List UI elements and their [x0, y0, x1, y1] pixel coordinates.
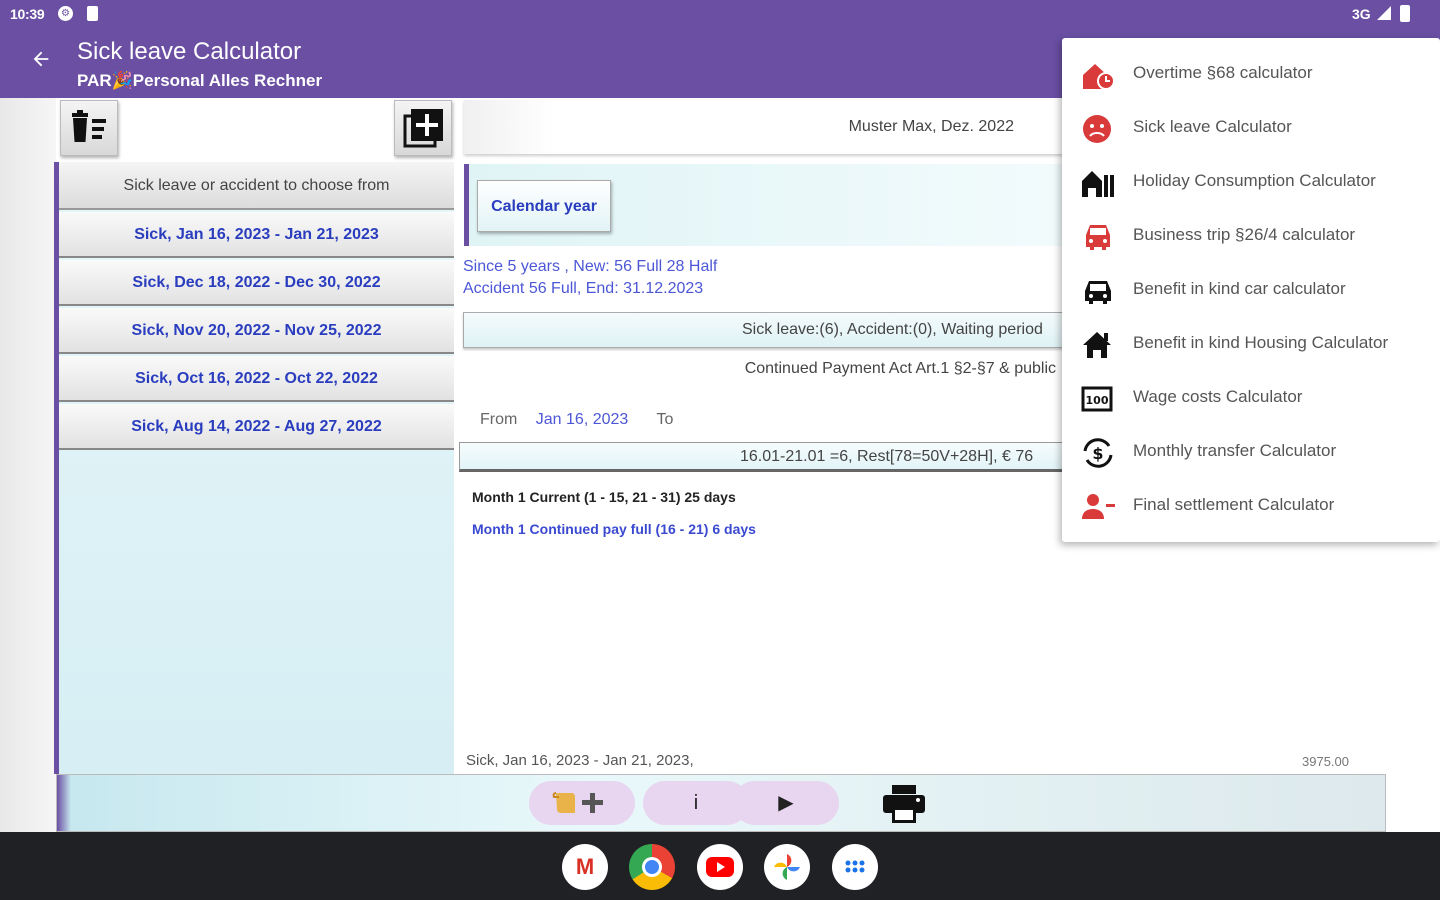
car-icon: [1085, 281, 1111, 304]
from-label: From: [480, 411, 518, 428]
svg-text:100: 100: [1086, 394, 1109, 407]
calendar-year-button[interactable]: Calendar year: [477, 180, 611, 232]
play-button[interactable]: ▶: [733, 781, 839, 825]
menu-item-label: Final settlement Calculator: [1133, 495, 1335, 514]
menu-item-label: Business trip §26/4 calculator: [1133, 225, 1356, 244]
battery-icon: [1400, 5, 1410, 22]
delete-list-button[interactable]: [60, 100, 118, 156]
counter-icon: 100: [1081, 386, 1113, 412]
status-time: 10:39: [10, 6, 45, 22]
year-panel: Calendar year: [464, 164, 1064, 246]
menu-item-monthly-transfer[interactable]: $ Monthly transfer Calculator: [1062, 425, 1440, 479]
document-header: Muster Max, Dez. 2022: [464, 100, 1064, 154]
result-label: Sick, Jan 16, 2023 - Jan 21, 2023,: [466, 752, 694, 769]
menu-item-benefit-housing[interactable]: Benefit in kind Housing Calculator: [1062, 317, 1440, 371]
menu-item-final-settlement[interactable]: Final settlement Calculator: [1062, 479, 1440, 533]
detail-text: 16.01-21.01 =6, Rest[78=50V+28H], € 76: [740, 448, 1034, 465]
list-header: Sick leave or accident to choose from: [59, 162, 454, 210]
dollar-cycle-icon: $: [1083, 438, 1113, 468]
app-drawer-icon[interactable]: [832, 844, 878, 890]
delete-list-icon: [72, 110, 106, 142]
month-line-current: Month 1 Current (1 - 15, 21 - 31) 25 day…: [472, 489, 736, 505]
menu-item-label: Overtime §68 calculator: [1133, 63, 1313, 82]
list-item[interactable]: Sick, Dec 18, 2022 - Dec 30, 2022: [59, 260, 454, 306]
network-type: 3G: [1352, 6, 1371, 22]
sick-face-icon: [1083, 115, 1111, 143]
gmail-icon[interactable]: M: [562, 844, 608, 890]
add-entry-button[interactable]: [394, 100, 452, 156]
list-toolbar: [56, 98, 454, 156]
menu-item-business-trip[interactable]: Business trip §26/4 calculator: [1062, 209, 1440, 263]
detail-bar: 16.01-21.01 =6, Rest[78=50V+28H], € 76: [459, 442, 1063, 472]
photos-icon[interactable]: [764, 844, 810, 890]
from-date[interactable]: Jan 16, 2023: [536, 411, 629, 428]
signal-icon: [1377, 6, 1391, 20]
list-item[interactable]: Sick, Nov 20, 2022 - Nov 25, 2022: [59, 308, 454, 354]
back-arrow-icon[interactable]: [26, 46, 56, 76]
sick-leave-list: Sick leave or accident to choose from Si…: [54, 162, 454, 774]
add-box-icon: [403, 109, 443, 148]
menu-item-label: Sick leave Calculator: [1133, 117, 1292, 136]
summary-text: Sick leave:(6), Accident:(0), Waiting pe…: [742, 321, 1043, 338]
svg-text:$: $: [1092, 444, 1103, 463]
bottom-action-bar: i ▶: [56, 774, 1386, 832]
month-line-continued: Month 1 Continued pay full (16 - 21) 6 d…: [472, 521, 756, 537]
act-reference: Continued Payment Act Art.1 §2-§7 & publ…: [744, 360, 1056, 377]
list-item[interactable]: Sick, Jan 16, 2023 - Jan 21, 2023: [59, 212, 454, 258]
entitlement-info: Since 5 years , New: 56 Full 28 Half: [463, 258, 718, 275]
page-title: Sick leave Calculator: [77, 38, 302, 65]
person-remove-icon: [1082, 494, 1115, 519]
youtube-icon[interactable]: [697, 844, 743, 890]
status-bar: 10:39 ⚙ 3G: [0, 0, 1440, 28]
print-button[interactable]: [881, 783, 927, 830]
overtime-icon: [1083, 64, 1115, 90]
taskbar: M: [0, 832, 1440, 900]
to-label: To: [656, 411, 674, 428]
scroll-add-icon: [552, 792, 603, 813]
left-gutter: [0, 98, 56, 832]
list-item[interactable]: Sick, Aug 14, 2022 - Aug 27, 2022: [59, 404, 454, 450]
sd-card-icon: [87, 6, 98, 21]
menu-item-benefit-car[interactable]: Benefit in kind car calculator: [1062, 263, 1440, 317]
chrome-icon[interactable]: [629, 844, 675, 890]
period-row: From Jan 16, 2023 To: [480, 411, 673, 429]
printer-icon: [883, 785, 925, 823]
menu-item-holiday[interactable]: Holiday Consumption Calculator: [1062, 155, 1440, 209]
menu-item-overtime[interactable]: Overtime §68 calculator: [1062, 47, 1440, 101]
result-amount: 3975.00: [1302, 754, 1349, 769]
accident-info: Accident 56 Full, End: 31.12.2023: [463, 280, 704, 297]
holiday-icon: [1082, 171, 1114, 197]
calculator-menu: Overtime §68 calculator Sick leave Calcu…: [1062, 38, 1440, 542]
car-icon: [1086, 225, 1110, 250]
menu-item-label: Wage costs Calculator: [1133, 387, 1303, 406]
menu-item-sick-leave[interactable]: Sick leave Calculator: [1062, 101, 1440, 155]
menu-item-wage-costs[interactable]: 100 Wage costs Calculator: [1062, 371, 1440, 425]
page-subtitle: PAR🎉Personal Alles Rechner: [77, 71, 323, 90]
menu-item-label: Benefit in kind Housing Calculator: [1133, 333, 1389, 352]
summary-bar: Sick leave:(6), Accident:(0), Waiting pe…: [463, 312, 1063, 348]
add-note-button[interactable]: [529, 781, 635, 825]
menu-item-label: Benefit in kind car calculator: [1133, 279, 1346, 298]
settings-status-icon: ⚙: [58, 6, 73, 21]
house-icon: [1083, 332, 1111, 358]
menu-item-label: Holiday Consumption Calculator: [1133, 171, 1376, 190]
document-title: Muster Max, Dez. 2022: [848, 118, 1014, 135]
menu-item-label: Monthly transfer Calculator: [1133, 441, 1337, 460]
list-item[interactable]: Sick, Oct 16, 2022 - Oct 22, 2022: [59, 356, 454, 402]
